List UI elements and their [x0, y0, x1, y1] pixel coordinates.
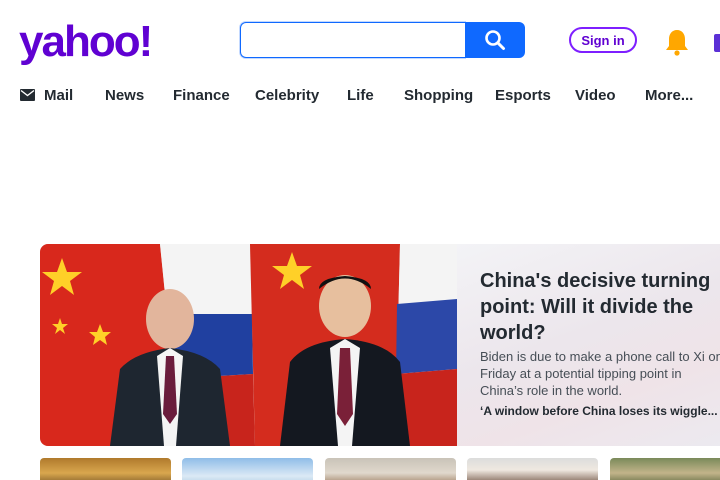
nav-item-label: Finance	[173, 86, 230, 104]
nav-item-news[interactable]: News	[105, 84, 144, 106]
nav-item-label: Esports	[495, 86, 551, 104]
nav-item-shopping[interactable]: Shopping	[404, 84, 473, 106]
nav-item-label: More...	[645, 86, 694, 104]
hero-photo	[40, 244, 457, 446]
thumbnail-story-4[interactable]	[467, 458, 598, 480]
hero-story-image[interactable]	[40, 244, 457, 446]
yahoo-logo-graphic: yahoo!	[19, 18, 153, 66]
hero-related-link[interactable]: ‘A window before China loses its wiggle.…	[480, 404, 720, 418]
nav-item-label: Celebrity	[255, 86, 320, 104]
yahoo-logo[interactable]: yahoo!	[19, 18, 189, 68]
hero-story-summary: Biden is due to make a phone call to Xi …	[480, 349, 720, 398]
bell-icon[interactable]	[662, 27, 692, 57]
thumbnail-story-5[interactable]	[610, 458, 720, 480]
sign-in-button[interactable]: Sign in	[569, 27, 637, 53]
hero-story-text: China's decisive turning point: Will it …	[457, 244, 720, 446]
nav-item-celebrity[interactable]: Celebrity	[255, 84, 319, 106]
nav-item-label: Video	[575, 86, 616, 104]
hero-story-card[interactable]: China's decisive turning point: Will it …	[40, 244, 720, 446]
nav-item-label: Shopping	[404, 86, 474, 104]
nav-item-mail[interactable]: Mail	[20, 84, 73, 106]
bell-icon-graphic	[666, 30, 688, 56]
nav-item-label: Life	[347, 86, 374, 104]
hero-story-title[interactable]: China's decisive turning point: Will it …	[480, 268, 720, 346]
nav-item-life[interactable]: Life	[347, 84, 374, 106]
nav-item-label: News	[105, 86, 145, 104]
nav-item-video[interactable]: Video	[575, 84, 616, 106]
search-bar	[240, 22, 525, 58]
thumbnail-story-3[interactable]	[325, 458, 456, 480]
nav-item-esports[interactable]: Esports	[495, 84, 551, 106]
ad-placeholder	[0, 120, 720, 235]
search-button[interactable]	[465, 22, 525, 58]
search-input[interactable]	[240, 22, 465, 58]
thumbnail-story-1[interactable]	[40, 458, 171, 480]
nav-item-label: Mail	[44, 86, 74, 104]
nav-item-finance[interactable]: Finance	[173, 84, 230, 106]
yahoo-logo-text: yahoo!	[19, 18, 151, 66]
mail-icon[interactable]	[714, 34, 720, 52]
envelope-icon	[20, 89, 35, 101]
nav-item-more[interactable]: More...	[645, 84, 693, 106]
thumbnail-story-2[interactable]	[182, 458, 313, 480]
search-icon	[485, 30, 505, 50]
